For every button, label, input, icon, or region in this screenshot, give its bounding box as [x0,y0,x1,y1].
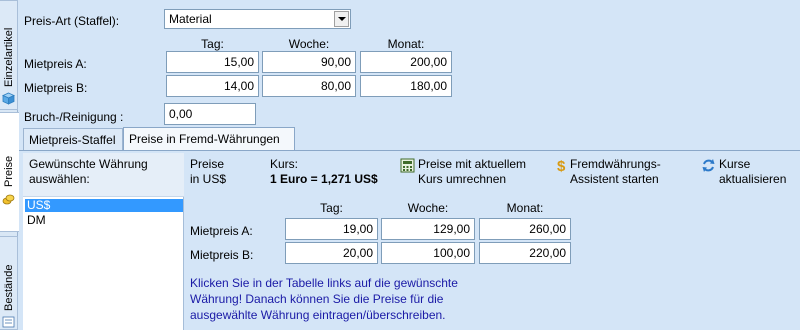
mietpreis-a-tag-field[interactable]: 15,00 [166,51,259,73]
fx-mietpreis-a-monat-field[interactable]: 260,00 [479,218,571,240]
currency-header-line1: Gewünschte Währung [29,157,148,171]
rate-value: 1 Euro = 1,271 US$ [270,172,378,187]
side-tab-label: Einzelartikel [3,27,15,87]
cube-icon [2,92,15,105]
mietpreis-b-woche-field[interactable]: 80,00 [262,75,356,97]
fx-mietpreis-b-woche-field[interactable]: 100,00 [381,242,475,264]
side-tab-label: Preise [3,155,15,187]
prices-line2: in US$ [190,172,227,186]
currency-assistant-button[interactable]: $ Fremdwährungs- Assistent starten [554,157,661,187]
price-type-label: Preis-Art (Staffel): [24,14,120,28]
refresh-icon [702,159,715,172]
fx-mietpreis-b-monat-field[interactable]: 220,00 [479,242,571,264]
side-tab-label: Bestände [3,264,15,311]
mietpreis-a-woche-field[interactable]: 90,00 [262,51,356,73]
mietpreis-a-monat-field[interactable]: 200,00 [360,51,452,73]
exchange-rate-display: Kurs: 1 Euro = 1,271 US$ [270,157,378,187]
fx-col-header-tag: Tag: [320,201,343,215]
tab-label: Preise in Fremd-Währungen [129,132,280,146]
chevron-down-icon[interactable] [334,11,349,27]
convert-line1: Preise mit aktuellem [418,157,527,171]
breakage-field[interactable]: 0,00 [164,103,256,125]
side-tab-preise[interactable]: Preise [0,112,19,232]
calculator-icon [400,158,415,173]
svg-text:$: $ [557,158,566,173]
update-line2: aktualisieren [719,172,787,186]
fx-row-label-mietpreis-b: Mietpreis B: [190,248,254,262]
fx-mietpreis-b-tag-field[interactable]: 20,00 [285,242,378,264]
coins-icon [2,194,15,205]
rate-value-text: 1 Euro = 1,271 US$ [270,172,378,186]
row-label-mietpreis-a: Mietpreis A: [24,57,87,71]
fx-mietpreis-a-tag-field[interactable]: 19,00 [285,218,378,240]
currency-item-usd[interactable]: US$ [25,199,183,212]
tab-preise-fremd-waehrungen[interactable]: Preise in Fremd-Währungen [123,127,295,150]
prices-line1: Preise [190,157,225,171]
col-header-monat: Monat: [387,37,425,51]
side-tab-einzelartikel[interactable]: Einzelartikel [0,0,18,110]
currency-header-line2: auswählen: [29,172,90,186]
tab-label: Mietpreis-Staffel [29,133,116,147]
currency-list-header: Gewünschte Währung auswählen: [23,153,184,197]
dollar-icon: $ [557,158,566,173]
rate-label: Kurs: [270,157,299,171]
breakage-label: Bruch-/Reinigung : [24,110,124,124]
col-header-woche: Woche: [288,37,330,51]
prices-in-label: Preise in US$ [190,157,226,187]
assistant-line1: Fremdwährungs- [570,157,661,171]
mietpreis-b-tag-field[interactable]: 14,00 [166,75,259,97]
tab-mietpreis-staffel[interactable]: Mietpreis-Staffel [23,128,123,150]
fx-row-label-mietpreis-a: Mietpreis A: [190,224,253,238]
convert-prices-button[interactable]: Preise mit aktuellem Kurs umrechnen [400,157,526,187]
price-type-select[interactable]: Material [164,9,351,29]
mietpreis-b-monat-field[interactable]: 180,00 [360,75,452,97]
currency-item-dm[interactable]: DM [25,214,183,227]
fx-col-header-monat: Monat: [506,201,544,215]
row-label-mietpreis-b: Mietpreis B: [24,81,88,95]
convert-line2: Kurs umrechnen [418,172,507,186]
fx-col-header-woche: Woche: [407,201,449,215]
assistant-line2: Assistent starten [570,172,659,186]
price-type-value: Material [169,12,212,26]
fx-mietpreis-a-woche-field[interactable]: 129,00 [381,218,475,240]
stock-icon [2,316,15,328]
side-tab-bestaende[interactable]: Bestände [0,236,18,330]
side-tab-strip: Einzelartikel Preise Bestände [0,0,19,330]
instruction-note: Klicken Sie in der Tabelle links auf die… [190,276,458,322]
col-header-tag: Tag: [201,37,224,51]
update-rates-button[interactable]: Kurse aktualisieren [701,157,786,187]
